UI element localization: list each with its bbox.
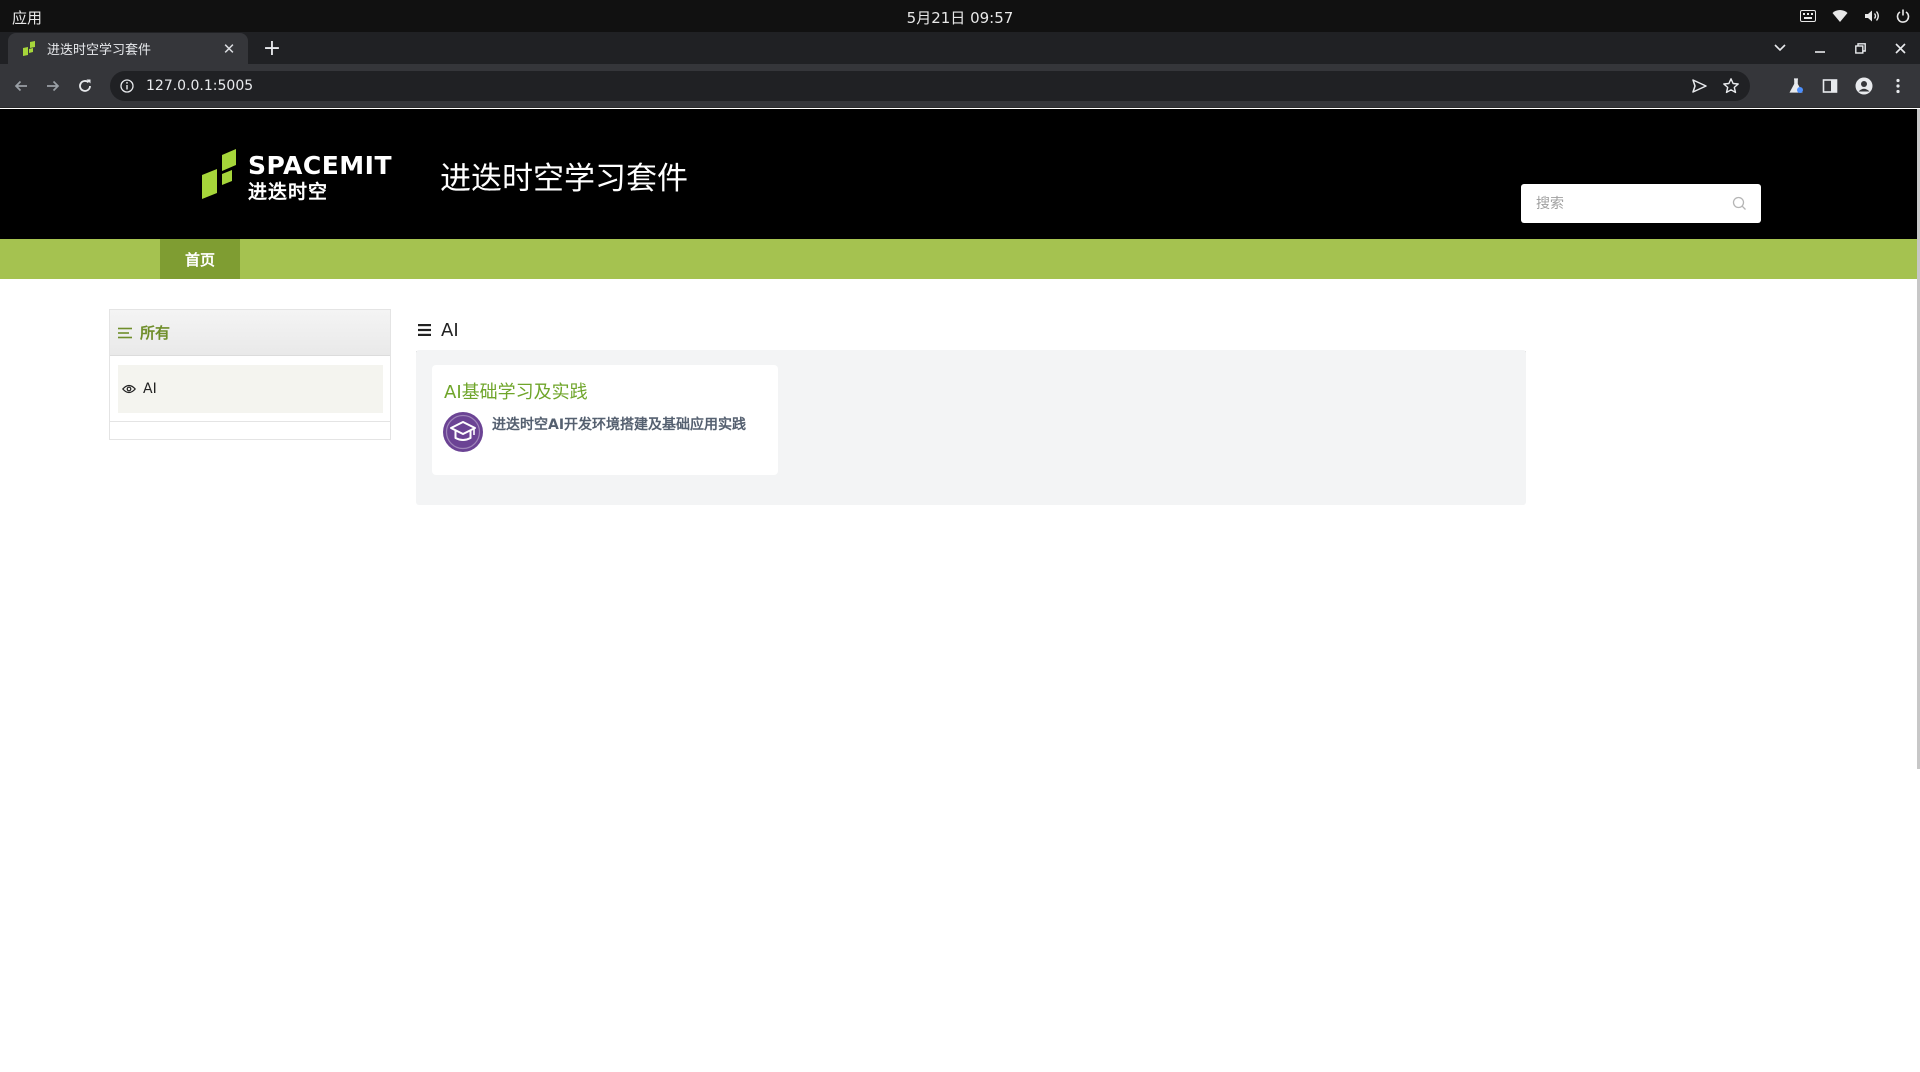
course-title[interactable]: AI基础学习及实践 bbox=[444, 378, 588, 404]
address-bar[interactable]: 127.0.0.1:5005 bbox=[110, 71, 1750, 101]
tab-close-icon[interactable]: ✕ bbox=[220, 40, 238, 58]
search-icon[interactable] bbox=[1732, 196, 1747, 211]
labs-flask-icon[interactable] bbox=[1782, 72, 1810, 100]
search-input[interactable] bbox=[1521, 184, 1721, 223]
browser-tab-strip: 进迭时空学习套件 ✕ + bbox=[0, 32, 1920, 64]
keyboard-icon[interactable] bbox=[1800, 10, 1816, 22]
search-box bbox=[1521, 184, 1761, 223]
os-clock[interactable]: 5月21日 09:57 bbox=[0, 7, 1920, 28]
minimize-button[interactable] bbox=[1800, 32, 1840, 64]
forward-button[interactable] bbox=[39, 72, 67, 100]
reload-button[interactable] bbox=[71, 72, 99, 100]
wifi-icon[interactable] bbox=[1832, 9, 1848, 23]
category-sidebar: 所有 AI bbox=[109, 309, 391, 440]
power-icon[interactable] bbox=[1896, 9, 1910, 23]
site-header: SPACEMIT 进迭时空 进迭时空学习套件 bbox=[0, 109, 1917, 239]
nav-home-link[interactable]: 首页 bbox=[160, 239, 240, 279]
graduation-cap-icon bbox=[443, 412, 483, 452]
logo-brand-text: SPACEMIT bbox=[248, 151, 393, 180]
section-heading: AI bbox=[416, 309, 1526, 353]
logo-brand-cn-text: 进迭时空 bbox=[248, 181, 329, 203]
send-tab-icon[interactable] bbox=[1690, 77, 1708, 99]
reload-icon bbox=[79, 79, 91, 92]
back-button[interactable] bbox=[7, 72, 35, 100]
tab-title: 进迭时空学习套件 bbox=[47, 43, 152, 58]
menu-lines-icon bbox=[418, 324, 431, 336]
os-system-tray bbox=[1800, 0, 1910, 32]
sidebar-item-label: AI bbox=[143, 381, 157, 397]
browser-menu-icon[interactable] bbox=[1884, 72, 1912, 100]
course-list-area: AI基础学习及实践 进迭时空AI开发环境搭建及基础应用实践 bbox=[416, 350, 1526, 505]
site-info-icon[interactable] bbox=[118, 77, 136, 95]
filter-list-icon bbox=[118, 327, 132, 338]
forward-arrow-icon bbox=[47, 80, 60, 92]
site-favicon-icon bbox=[23, 40, 35, 56]
back-arrow-icon bbox=[14, 80, 27, 92]
sidebar-header-label: 所有 bbox=[140, 324, 171, 342]
volume-icon[interactable] bbox=[1864, 9, 1880, 23]
toolbar-right-actions bbox=[1782, 72, 1912, 100]
close-window-button[interactable] bbox=[1880, 32, 1920, 64]
os-top-bar: 应用 5月21日 09:57 bbox=[0, 0, 1920, 32]
section-heading-label: AI bbox=[441, 319, 459, 341]
restore-button[interactable] bbox=[1840, 32, 1880, 64]
side-panel-icon[interactable] bbox=[1816, 72, 1844, 100]
sidebar-item-ai[interactable]: AI bbox=[118, 365, 383, 413]
address-url[interactable]: 127.0.0.1:5005 bbox=[146, 78, 253, 94]
tab-search-chevron-icon[interactable] bbox=[1760, 32, 1800, 64]
spacemit-logo-mark-icon bbox=[202, 149, 236, 199]
main-nav-bar: 首页 bbox=[0, 239, 1917, 279]
profile-avatar-icon[interactable] bbox=[1850, 72, 1878, 100]
site-logo[interactable]: SPACEMIT 进迭时空 bbox=[200, 149, 400, 203]
bookmark-star-icon[interactable] bbox=[1722, 77, 1740, 99]
browser-toolbar: 127.0.0.1:5005 bbox=[0, 64, 1920, 108]
site-title: 进迭时空学习套件 bbox=[440, 161, 688, 197]
course-description: 进迭时空AI开发环境搭建及基础应用实践 bbox=[492, 417, 747, 433]
sidebar-header-all[interactable]: 所有 bbox=[110, 310, 390, 356]
sidebar-divider bbox=[110, 421, 390, 422]
browser-tab-active[interactable]: 进迭时空学习套件 ✕ bbox=[8, 33, 248, 64]
page-viewport: SPACEMIT 进迭时空 进迭时空学习套件 首页 所有 bbox=[0, 109, 1917, 1072]
eye-icon bbox=[122, 384, 136, 394]
window-controls bbox=[1760, 32, 1920, 64]
course-card[interactable]: AI基础学习及实践 进迭时空AI开发环境搭建及基础应用实践 bbox=[432, 365, 778, 475]
address-bar-actions bbox=[1690, 77, 1740, 99]
new-tab-button[interactable]: + bbox=[258, 34, 286, 62]
